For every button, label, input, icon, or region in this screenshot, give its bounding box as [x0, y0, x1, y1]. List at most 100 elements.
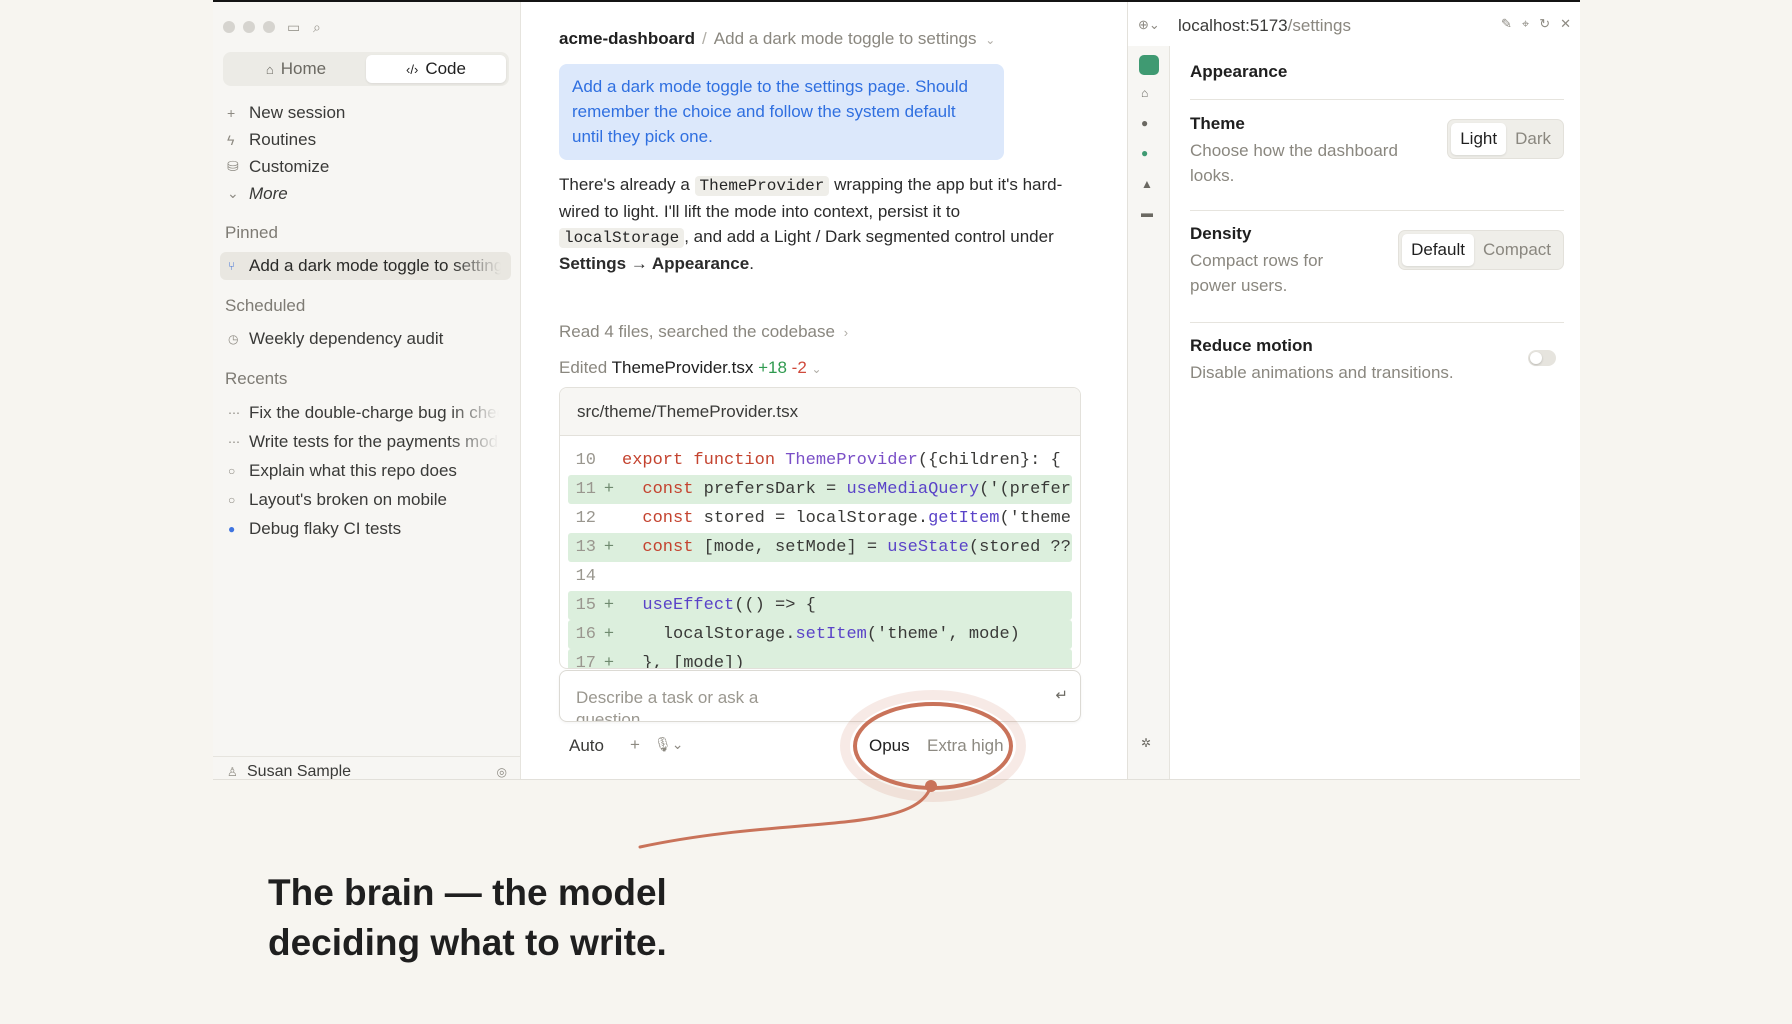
theme-segmented-control: Light Dark — [1447, 119, 1564, 159]
code-line: 11 + const prefersDark = useMediaQuery('(… — [568, 475, 1072, 504]
circle-icon: ○ — [228, 492, 236, 507]
preview-toolbar: ✎ ⌖ ↻ ✕ — [1501, 16, 1571, 32]
maximize-window-button[interactable] — [263, 21, 275, 33]
deletions-count: -2 — [791, 358, 807, 377]
plus-icon: + — [227, 104, 236, 121]
density-default-option[interactable]: Default — [1402, 234, 1474, 266]
density-setting: Density Compact rows for power users. De… — [1190, 211, 1564, 323]
routines-label: Routines — [249, 129, 317, 149]
bell-icon[interactable]: ▲ — [1141, 177, 1153, 191]
new-session-item[interactable]: + New session — [227, 99, 345, 126]
pinned-heading: Pinned — [225, 223, 278, 242]
add-attachment-icon[interactable]: + — [630, 735, 640, 755]
recent-item[interactable]: ● Debug flaky CI tests — [228, 514, 510, 543]
settings-page: Appearance Theme Choose how the dashboar… — [1190, 46, 1564, 403]
edit-summary[interactable]: Edited ThemeProvider.tsx +18 -2 ⌄ — [559, 358, 822, 378]
effort-selector[interactable]: Extra high — [927, 736, 1004, 756]
more-label: More — [249, 183, 288, 203]
permission-mode-button[interactable]: Auto — [569, 736, 604, 756]
url-bar: ⊕⌄ localhost:5173/settings ✎ ⌖ ↻ ✕ — [1128, 2, 1580, 46]
url-host: localhost:5173 — [1178, 16, 1288, 35]
composer-input[interactable]: Describe a task or ask a question ↵ — [559, 670, 1081, 722]
reduce-motion-toggle[interactable] — [1528, 350, 1556, 366]
home-icon: ⌂ — [265, 61, 274, 77]
density-description: Compact rows for power users. — [1190, 251, 1324, 295]
sidebar: ▭ ⌕ ⌂ Home ‹/› Code + New session ϟ Rout… — [213, 2, 521, 780]
routines-item[interactable]: ϟ Routines — [227, 126, 345, 153]
recents-list: ⋯ Fix the double-charge bug in checkout … — [228, 398, 510, 543]
mode-home-button[interactable]: ⌂ Home — [226, 55, 366, 83]
code-lines: 10 export function ThemeProvider({childr… — [560, 436, 1080, 668]
chevron-down-icon[interactable]: ⌄ — [985, 33, 995, 47]
user-name: Susan Sample — [247, 762, 352, 780]
chat-icon[interactable]: ● — [1141, 146, 1148, 160]
recent-item-label: Explain what this repo does — [249, 460, 457, 480]
user-row[interactable]: ♙ Susan Sample ◎ — [213, 756, 521, 780]
model-selector[interactable]: Opus — [869, 736, 910, 756]
reduce-motion-title: Reduce motion — [1190, 336, 1313, 355]
caption-line: The brain — the model — [268, 872, 667, 913]
gear-icon[interactable]: ✲ — [1141, 736, 1151, 750]
enter-icon[interactable]: ↵ — [1055, 685, 1068, 707]
new-session-label: New session — [249, 102, 346, 122]
mode-code-button[interactable]: ‹/› Code — [366, 55, 506, 83]
activity-summary[interactable]: Read 4 files, searched the codebase › — [559, 322, 848, 342]
chat-panel: acme-dashboard / Add a dark mode toggle to… — [521, 2, 1088, 779]
theme-setting: Theme Choose how the dashboard looks. Li… — [1190, 100, 1564, 211]
recent-item[interactable]: ⋯ Write tests for the payments module — [228, 427, 510, 456]
edit-icon[interactable]: ✎ — [1501, 16, 1512, 32]
code-line: 10 export function ThemeProvider({childr… — [575, 451, 1061, 470]
user-settings-icon[interactable]: ◎ — [497, 765, 507, 779]
microphone-icon[interactable]: 🎙⌄ — [654, 736, 684, 753]
card-icon[interactable]: ▬ — [1141, 206, 1153, 220]
density-compact-option[interactable]: Compact — [1474, 234, 1560, 266]
user-icon: ♙ — [227, 764, 238, 779]
theme-dark-option[interactable]: Dark — [1506, 123, 1560, 155]
pinned-session-label: Add a dark mode toggle to settings — [249, 256, 501, 275]
recent-item[interactable]: ○ Explain what this repo does — [228, 456, 510, 485]
theme-description: Choose how the dashboard looks. — [1190, 141, 1398, 185]
appearance-heading: Appearance — [1190, 46, 1564, 100]
scheduled-item[interactable]: ◷ Weekly dependency audit — [228, 324, 510, 353]
breadcrumb-separator: / — [702, 29, 707, 48]
search-icon[interactable]: ⌕ — [313, 19, 321, 36]
scheduled-heading: Scheduled — [225, 296, 306, 315]
clock-icon: ◷ — [228, 331, 239, 346]
more-item[interactable]: ⌄ More — [227, 180, 345, 207]
pinned-session-item[interactable]: ⑂ Add a dark mode toggle to settings — [220, 252, 511, 280]
recents-heading: Recents — [225, 369, 288, 388]
breadcrumb: acme-dashboard / Add a dark mode toggle to… — [559, 29, 995, 49]
density-segmented-control: Default Compact — [1398, 230, 1564, 270]
app-window: ▭ ⌕ ⌂ Home ‹/› Code + New session ϟ Rout… — [213, 2, 1580, 780]
recent-item[interactable]: ○ Layout's broken on mobile — [228, 485, 510, 514]
code-line: 13 + const [mode, setMode] = useState(sto… — [568, 533, 1072, 562]
refresh-icon[interactable]: ↻ — [1539, 16, 1550, 32]
minimize-window-button[interactable] — [243, 21, 255, 33]
theme-light-option[interactable]: Light — [1451, 123, 1507, 155]
close-window-button[interactable] — [223, 21, 235, 33]
code-file-path[interactable]: src/theme/ThemeProvider.tsx — [560, 388, 1080, 436]
url-field[interactable]: localhost:5173/settings — [1178, 16, 1351, 36]
scheduled-item-label: Weekly dependency audit — [249, 328, 444, 348]
code-line: 15 + useEffect(() => { — [568, 591, 1072, 620]
project-name[interactable]: acme-dashboard — [559, 29, 695, 48]
mode-home-label: Home — [280, 59, 327, 78]
chevron-right-icon: › — [843, 325, 849, 340]
window-controls — [223, 21, 275, 33]
globe-icon[interactable]: ⊕⌄ — [1138, 17, 1160, 33]
customize-item[interactable]: ⛁ Customize — [227, 153, 345, 180]
session-title[interactable]: Add a dark mode toggle to settings — [714, 29, 977, 48]
routines-icon: ϟ — [227, 131, 235, 148]
chevron-down-icon: ⌄ — [811, 362, 822, 376]
close-icon[interactable]: ✕ — [1560, 16, 1571, 32]
code-line: 17 + }, [mode]) — [568, 649, 1072, 668]
additions-count: +18 — [758, 358, 787, 377]
recent-item[interactable]: ⋯ Fix the double-charge bug in checkout — [228, 398, 510, 427]
user-message: Add a dark mode toggle to the settings p… — [559, 64, 1004, 160]
chevron-down-icon: ⌄ — [227, 185, 239, 201]
mode-code-label: Code — [425, 59, 466, 78]
pointer-icon[interactable]: ⌖ — [1522, 16, 1529, 32]
user-icon[interactable]: ● — [1141, 116, 1148, 130]
sidebar-toggle-icon[interactable]: ▭ — [287, 19, 300, 36]
home-icon[interactable]: ⌂ — [1141, 86, 1148, 100]
